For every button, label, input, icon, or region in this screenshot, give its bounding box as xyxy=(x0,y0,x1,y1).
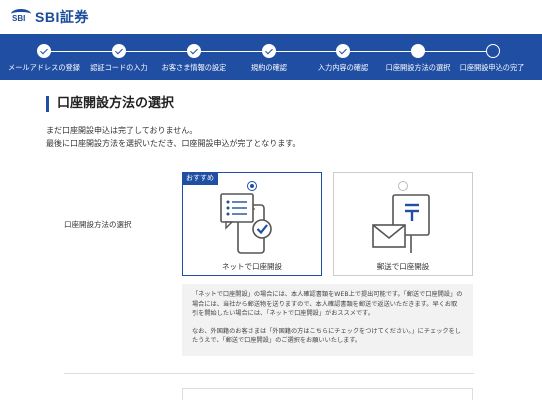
option-net-radio[interactable] xyxy=(247,181,257,191)
note-paragraph-1: 「ネットで口座開設」の場合には、本人確認書類をWEB上で提出可能です。「郵送で口… xyxy=(192,291,463,318)
note-paragraph-2: なお、外国籍のお客さまは「外国籍の方はこちらにチェックをつけてください。」にチェ… xyxy=(192,327,461,345)
step-6-current-icon xyxy=(411,44,425,58)
site-header: SBI SBI証券 xyxy=(0,0,542,34)
step-1-label: メールアドレスの登録 xyxy=(8,63,80,72)
option-mail-label: 郵送で口座開設 xyxy=(376,262,430,271)
recommended-badge: おすすめ xyxy=(182,172,218,185)
sbi-logo[interactable]: SBI SBI証券 xyxy=(10,7,89,27)
option-mail-card[interactable]: 郵送で口座開設 xyxy=(333,172,473,276)
smartphone-checklist-icon xyxy=(220,193,272,254)
step-6-label: 口座開設方法の選択 xyxy=(385,63,451,72)
logo-small-text: SBI xyxy=(12,14,26,23)
next-section-card xyxy=(182,388,473,400)
step-1-check-icon xyxy=(37,44,51,58)
progress-stepper: メールアドレスの登録 認証コードの入力 お客さま情報の設定 規約の確認 入力内容… xyxy=(0,34,542,80)
step-5-check-icon xyxy=(336,44,350,58)
step-4-label: 規約の確認 xyxy=(251,63,287,72)
step-3-check-icon xyxy=(187,44,201,58)
step-4-check-icon xyxy=(262,44,276,58)
step-2-check-icon xyxy=(112,44,126,58)
section-divider xyxy=(64,373,474,374)
step-7-pending-icon xyxy=(486,44,500,58)
option-mail-radio[interactable] xyxy=(398,181,408,191)
intro-text: まだ口座開設申込は完了しておりません。 最後に口座開設方法を選択いただき、口座開… xyxy=(46,124,300,150)
option-net-card[interactable]: おすすめ ネットで口座開設 xyxy=(182,172,322,276)
step-3-label: お客さま情報の設定 xyxy=(161,63,227,72)
logo-text: SBI証券 xyxy=(35,9,89,25)
sbi-logo-mark-icon: SBI xyxy=(10,9,32,25)
step-7-label: 口座開設申込の完了 xyxy=(459,63,525,72)
step-5-label: 入力内容の確認 xyxy=(317,63,369,72)
intro-line-1: まだ口座開設申込は完了しておりません。 xyxy=(46,126,198,135)
option-net-label: ネットで口座開設 xyxy=(222,262,282,271)
method-note-box: 「ネットで口座開設」の場合には、本人確認書類をWEB上で提出可能です。「郵送で口… xyxy=(182,284,473,356)
step-2-label: 認証コードの入力 xyxy=(90,63,148,72)
intro-line-2: 最後に口座開設方法を選択いただき、口座開設申込が完了となります。 xyxy=(46,139,301,148)
page-title: 口座開設方法の選択 xyxy=(46,96,174,112)
mailbox-envelope-icon xyxy=(372,194,430,253)
method-row-label: 口座開設方法の選択 xyxy=(64,220,132,229)
